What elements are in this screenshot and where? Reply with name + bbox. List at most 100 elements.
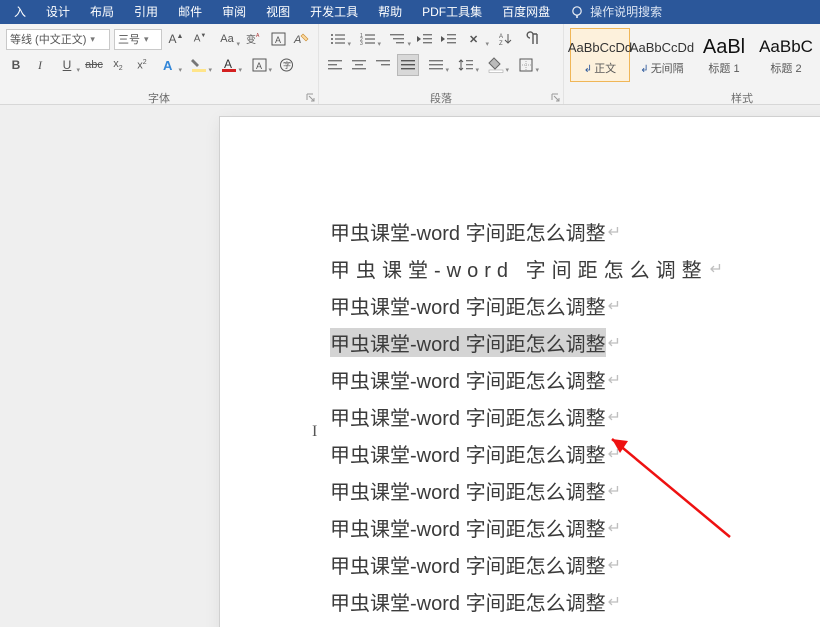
clear-formatting-button[interactable]: A [292, 29, 312, 49]
menu-tab[interactable]: 入 [4, 0, 36, 24]
document-line[interactable]: 甲虫课堂-word 字间距怎么调整↵ [330, 546, 820, 583]
paragraph-mark-icon: ↵ [608, 555, 621, 575]
document-line[interactable]: 甲虫课堂-word 字间距怎么调整↵ [330, 583, 820, 620]
document-line[interactable]: 甲虫课堂-word 字间距怎么调整↵ [330, 472, 820, 509]
paragraph-mark-icon: ↵ [710, 259, 729, 279]
asian-layout-button[interactable]: ✕▾ [463, 29, 489, 49]
bold-button[interactable]: B [6, 55, 26, 75]
style-name: ↲无间隔 [640, 60, 683, 76]
paragraph-mark-icon: ↵ [608, 518, 621, 538]
paragraph-group: ▾ 123▾ ▾ ✕▾ AZ [319, 24, 564, 104]
line-text: 甲虫课堂-word 字间距怎么调整 [330, 587, 606, 616]
document-line[interactable]: 甲虫课堂-word 字间距怎么调整↵ [330, 435, 820, 472]
svg-text:A: A [293, 34, 301, 46]
bullet-list-button[interactable]: ▾ [325, 29, 351, 49]
svg-text:✕: ✕ [469, 34, 478, 46]
svg-text:变: 变 [246, 33, 256, 46]
enclose-characters-button[interactable]: 字 [276, 55, 296, 75]
style-heading2[interactable]: AaBbC 标题 2 [756, 28, 816, 82]
style-preview: AaBbCcDd [568, 34, 632, 60]
increase-font-size-button[interactable]: A▲ [166, 29, 186, 49]
paragraph-dialog-launcher-icon[interactable] [551, 93, 561, 103]
underline-button[interactable]: U▾ [54, 55, 80, 75]
document-line[interactable]: 甲虫课堂-word 字间距怎么调整↵ [330, 324, 820, 361]
line-text: 甲虫课堂-word 字间距怎么调整 [330, 254, 708, 283]
align-right-button[interactable] [373, 55, 393, 75]
chevron-down-icon: ▾ [90, 34, 95, 45]
line-text: 甲虫课堂-word 字间距怎么调整 [330, 291, 606, 320]
style-preview: AaBbC [759, 34, 813, 60]
phonetic-guide-button[interactable]: 变A [244, 29, 264, 49]
menu-tab[interactable]: 帮助 [368, 0, 412, 24]
menu-tab[interactable]: PDF工具集 [412, 0, 492, 24]
align-center-button[interactable] [349, 55, 369, 75]
menu-tab[interactable]: 引用 [124, 0, 168, 24]
document-line[interactable]: 甲虫课堂-word 字间距怎么调整↵ [330, 398, 820, 435]
menu-tab[interactable]: 视图 [256, 0, 300, 24]
tell-me-search[interactable]: 操作说明搜索 [584, 0, 662, 24]
font-group: 等线 (中文正文) ▾ 三号 ▾ A▲ A▼ Aa▾ 变A A A B I U▾ [0, 24, 319, 104]
line-spacing-button[interactable]: ▾ [453, 55, 479, 75]
document-line[interactable]: 甲虫课堂-word 字间距怎么调整↵ [330, 361, 820, 398]
document-line[interactable]: 甲虫课堂-word 字间距怎么调整↵ [330, 287, 820, 324]
style-no-spacing[interactable]: AaBbCcDd ↲无间隔 [632, 28, 692, 82]
text-highlight-button[interactable]: ▾ [186, 55, 212, 75]
italic-button[interactable]: I [30, 55, 50, 75]
style-preview: AaBbCcDd [630, 34, 694, 60]
document-line[interactable]: 甲虫课堂-word 字间距怎么调整↵ [330, 250, 820, 287]
text-effects-button[interactable]: A▾ [156, 55, 182, 75]
font-name-value: 等线 (中文正文) [10, 31, 86, 47]
line-text: 甲虫课堂-word 字间距怎么调整 [330, 217, 606, 246]
menubar: 入 设计 布局 引用 邮件 审阅 视图 开发工具 帮助 PDF工具集 百度网盘 … [0, 0, 820, 24]
menu-tab[interactable]: 百度网盘 [492, 0, 560, 24]
style-name: ↲正文 [584, 60, 616, 76]
character-border-button[interactable]: A [268, 29, 288, 49]
page-content[interactable]: 甲虫课堂-word 字间距怎么调整↵甲虫课堂-word 字间距怎么调整↵甲虫课堂… [220, 117, 820, 620]
font-size-dropdown[interactable]: 三号 ▾ [114, 29, 162, 50]
shading-button[interactable]: ▾ [483, 55, 509, 75]
align-justify-button[interactable] [397, 54, 419, 76]
svg-text:字: 字 [283, 60, 291, 70]
align-left-button[interactable] [325, 55, 345, 75]
ribbon: 等线 (中文正文) ▾ 三号 ▾ A▲ A▼ Aa▾ 变A A A B I U▾ [0, 24, 820, 105]
font-color-button[interactable]: A▾ [216, 55, 242, 75]
character-shading-button[interactable]: A▾ [246, 55, 272, 75]
page[interactable]: 甲虫课堂-word 字间距怎么调整↵甲虫课堂-word 字间距怎么调整↵甲虫课堂… [220, 117, 820, 627]
document-line[interactable]: 甲虫课堂-word 字间距怎么调整↵ [330, 213, 820, 250]
svg-text:A: A [224, 57, 232, 71]
svg-text:A: A [499, 34, 503, 40]
distribute-button[interactable]: ▾ [423, 55, 449, 75]
tell-me-icon [570, 5, 584, 19]
increase-indent-button[interactable] [439, 29, 459, 49]
menu-tab[interactable]: 设计 [36, 0, 80, 24]
document-canvas[interactable]: 甲虫课堂-word 字间距怎么调整↵甲虫课堂-word 字间距怎么调整↵甲虫课堂… [0, 105, 820, 627]
line-text: 甲虫课堂-word 字间距怎么调整 [330, 476, 606, 505]
document-line[interactable]: 甲虫课堂-word 字间距怎么调整↵ [330, 509, 820, 546]
menu-tab[interactable]: 审阅 [212, 0, 256, 24]
decrease-indent-button[interactable] [415, 29, 435, 49]
style-normal[interactable]: AaBbCcDd ↲正文 [570, 28, 630, 82]
subscript-button[interactable]: x2 [108, 55, 128, 75]
line-text: 甲虫课堂-word 字间距怎么调整 [330, 402, 606, 431]
menu-tab[interactable]: 邮件 [168, 0, 212, 24]
style-preview: AaBl [703, 34, 745, 60]
change-case-button[interactable]: Aa▾ [214, 29, 240, 49]
menu-tab[interactable]: 布局 [80, 0, 124, 24]
superscript-button[interactable]: x2 [132, 55, 152, 75]
sort-button[interactable]: AZ [493, 29, 519, 49]
font-dialog-launcher-icon[interactable] [306, 93, 316, 103]
style-heading1[interactable]: AaBl 标题 1 [694, 28, 754, 82]
font-size-value: 三号 [118, 31, 140, 47]
numbered-list-button[interactable]: 123▾ [355, 29, 381, 49]
menu-tab[interactable]: 开发工具 [300, 0, 368, 24]
borders-button[interactable]: ▾ [513, 55, 539, 75]
paragraph-mark-icon: ↵ [608, 222, 621, 242]
styles-group: AaBbCcDd ↲正文 AaBbCcDd ↲无间隔 AaBl 标题 1 AaB… [564, 24, 820, 104]
line-text: 甲虫课堂-word 字间距怎么调整 [330, 550, 606, 579]
show-hide-marks-button[interactable] [523, 29, 543, 49]
multilevel-list-button[interactable]: ▾ [385, 29, 411, 49]
strikethrough-button[interactable]: abc [84, 55, 104, 75]
styles-gallery[interactable]: AaBbCcDd ↲正文 AaBbCcDd ↲无间隔 AaBl 标题 1 AaB… [570, 28, 820, 82]
decrease-font-size-button[interactable]: A▼ [190, 29, 210, 49]
font-name-dropdown[interactable]: 等线 (中文正文) ▾ [6, 29, 110, 50]
